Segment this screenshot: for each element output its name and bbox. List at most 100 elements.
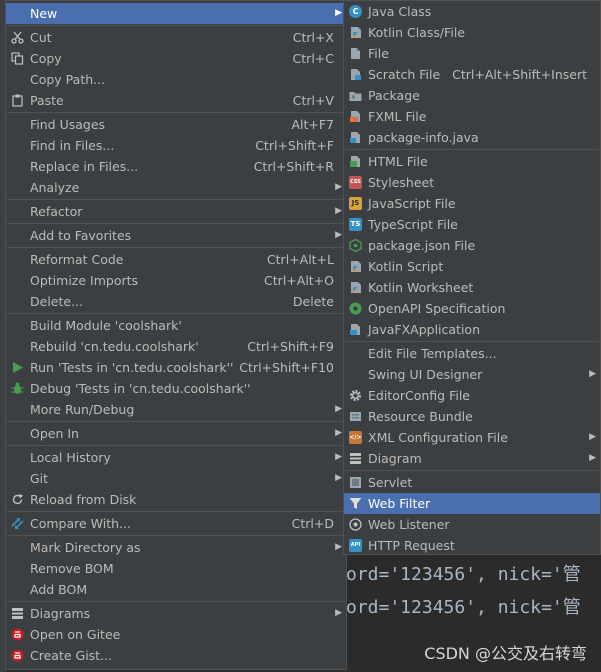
separator <box>7 247 345 248</box>
menu-item-run-tests[interactable]: Run 'Tests in 'cn.tedu.coolshark'' Ctrl+… <box>6 357 346 378</box>
menu-item-reload-from-disk[interactable]: Reload from Disk <box>6 489 346 510</box>
submenu-item-package[interactable]: Package <box>344 85 600 106</box>
shortcut: Ctrl+Alt+O <box>264 273 334 288</box>
menu-item-label: Package <box>368 88 420 103</box>
separator <box>7 25 345 26</box>
submenu-item-kotlin-class-file[interactable]: Kotlin Class/File <box>344 22 600 43</box>
menu-item-create-gist[interactable]: Create Gist... <box>6 645 346 666</box>
menu-item-copy[interactable]: Copy Ctrl+C <box>6 48 346 69</box>
submenu-item-java-class[interactable]: C Java Class <box>344 1 600 22</box>
menu-item-copy-path[interactable]: Copy Path... <box>6 69 346 90</box>
menu-item-optimize-imports[interactable]: Optimize Imports Ctrl+Alt+O <box>6 270 346 291</box>
submenu-item-diagram[interactable]: Diagram ▶ <box>344 448 600 469</box>
menu-item-label: Servlet <box>368 475 413 490</box>
menu-item-open-on-gitee[interactable]: Open on Gitee <box>6 624 346 645</box>
submenu-arrow-icon: ▶ <box>589 369 596 379</box>
submenu-item-package-info-java[interactable]: package-info.java <box>344 127 600 148</box>
menu-item-label: Mark Directory as <box>30 540 141 555</box>
submenu-item-typescript-file[interactable]: TS TypeScript File <box>344 214 600 235</box>
menu-item-label: Diagrams <box>30 606 91 621</box>
menu-item-label: Create Gist... <box>30 648 113 663</box>
shortcut: Ctrl+Alt+L <box>266 252 334 267</box>
submenu-item-edit-file-templates[interactable]: Edit File Templates... <box>344 343 600 364</box>
separator <box>7 535 345 536</box>
scratch-file-icon <box>351 69 361 80</box>
separator <box>7 601 345 602</box>
java-file-icon <box>350 132 360 143</box>
submenu-item-scratch-file[interactable]: Scratch File Ctrl+Alt+Shift+Insert <box>344 64 600 85</box>
menu-item-compare-with[interactable]: Compare With... Ctrl+D <box>6 513 346 534</box>
java-class-icon: C <box>349 5 362 18</box>
menu-item-label: Kotlin Script <box>368 259 444 274</box>
resource-bundle-icon <box>350 412 361 421</box>
javafx-icon <box>350 324 360 335</box>
submenu-item-resource-bundle[interactable]: Resource Bundle <box>344 406 600 427</box>
submenu-item-javafx-application[interactable]: JavaFXApplication <box>344 319 600 340</box>
menu-item-build-module[interactable]: Build Module 'coolshark' <box>6 315 346 336</box>
file-icon <box>351 48 360 59</box>
menu-item-open-in[interactable]: Open In ▶ <box>6 423 346 444</box>
watermark: CSDN @公交及右转弯 <box>424 644 587 663</box>
submenu-item-swing-ui-designer[interactable]: Swing UI Designer ▶ <box>344 364 600 385</box>
menu-item-label: Reload from Disk <box>30 492 137 507</box>
fxml-file-icon <box>350 111 360 122</box>
submenu-item-javascript-file[interactable]: JS JavaScript File <box>344 193 600 214</box>
submenu-item-servlet[interactable]: Servlet <box>344 472 600 493</box>
menu-item-analyze[interactable]: Analyze ▶ <box>6 177 346 198</box>
menu-item-label: Compare With... <box>30 516 131 531</box>
submenu-arrow-icon: ▶ <box>335 404 342 414</box>
compare-arrows-icon <box>11 518 24 529</box>
filter-funnel-icon <box>349 498 362 509</box>
nodejs-icon <box>349 239 362 252</box>
submenu-item-openapi-specification[interactable]: OpenAPI Specification <box>344 298 600 319</box>
submenu-item-stylesheet[interactable]: CSS Stylesheet <box>344 172 600 193</box>
menu-item-delete[interactable]: Delete... Delete <box>6 291 346 312</box>
web-listener-icon <box>349 518 362 531</box>
separator <box>7 445 345 446</box>
submenu-item-package-json-file[interactable]: package.json File <box>344 235 600 256</box>
menu-item-local-history[interactable]: Local History ▶ <box>6 447 346 468</box>
menu-item-replace-in-files[interactable]: Replace in Files... Ctrl+Shift+R <box>6 156 346 177</box>
submenu-item-xml-configuration-file[interactable]: </> XML Configuration File ▶ <box>344 427 600 448</box>
menu-item-new[interactable]: New ▶ <box>6 3 346 24</box>
menu-item-add-bom[interactable]: Add BOM <box>6 579 346 600</box>
javascript-file-icon: JS <box>349 197 362 210</box>
diagram-icon <box>350 453 361 464</box>
menu-item-reformat-code[interactable]: Reformat Code Ctrl+Alt+L <box>6 249 346 270</box>
menu-item-git[interactable]: Git ▶ <box>6 468 346 489</box>
menu-item-label: Kotlin Class/File <box>368 25 465 40</box>
submenu-item-editorconfig-file[interactable]: EditorConfig File <box>344 385 600 406</box>
menu-item-cut[interactable]: Cut Ctrl+X <box>6 27 346 48</box>
menu-item-find-in-files[interactable]: Find in Files... Ctrl+Shift+F <box>6 135 346 156</box>
submenu-item-file[interactable]: File <box>344 43 600 64</box>
copy-icon <box>11 52 24 65</box>
menu-item-label: Run 'Tests in 'cn.tedu.coolshark'' <box>30 360 234 375</box>
submenu-item-kotlin-worksheet[interactable]: Kotlin Worksheet <box>344 277 600 298</box>
menu-item-label: Rebuild 'cn.tedu.coolshark' <box>30 339 199 354</box>
submenu-item-web-filter[interactable]: Web Filter <box>344 493 600 514</box>
menu-item-refactor[interactable]: Refactor ▶ <box>6 201 346 222</box>
menu-item-remove-bom[interactable]: Remove BOM <box>6 558 346 579</box>
menu-item-add-to-favorites[interactable]: Add to Favorites ▶ <box>6 225 346 246</box>
menu-item-label: FXML File <box>368 109 427 124</box>
menu-item-label: Refactor <box>30 204 83 219</box>
submenu-item-web-listener[interactable]: Web Listener <box>344 514 600 535</box>
submenu-item-html-file[interactable]: HTML File <box>344 151 600 172</box>
menu-item-label: Web Listener <box>368 517 450 532</box>
submenu-item-fxml-file[interactable]: FXML File <box>344 106 600 127</box>
menu-item-debug-tests[interactable]: Debug 'Tests in 'cn.tedu.coolshark'' <box>6 378 346 399</box>
menu-item-mark-directory-as[interactable]: Mark Directory as ▶ <box>6 537 346 558</box>
separator <box>345 149 599 150</box>
menu-item-more-run-debug[interactable]: More Run/Debug ▶ <box>6 399 346 420</box>
menu-item-diagrams[interactable]: Diagrams ▶ <box>6 603 346 624</box>
menu-item-label: Reformat Code <box>30 252 124 267</box>
menu-item-find-usages[interactable]: Find Usages Alt+F7 <box>6 114 346 135</box>
shortcut: Ctrl+C <box>292 51 334 66</box>
menu-item-paste[interactable]: Paste Ctrl+V <box>6 90 346 111</box>
submenu-arrow-icon: ▶ <box>335 230 342 240</box>
submenu-item-http-request[interactable]: API HTTP Request <box>344 535 600 556</box>
submenu-item-kotlin-script[interactable]: Kotlin Script <box>344 256 600 277</box>
menu-item-rebuild[interactable]: Rebuild 'cn.tedu.coolshark' Ctrl+Shift+F… <box>6 336 346 357</box>
run-icon <box>13 362 23 373</box>
submenu-arrow-icon: ▶ <box>335 8 342 18</box>
